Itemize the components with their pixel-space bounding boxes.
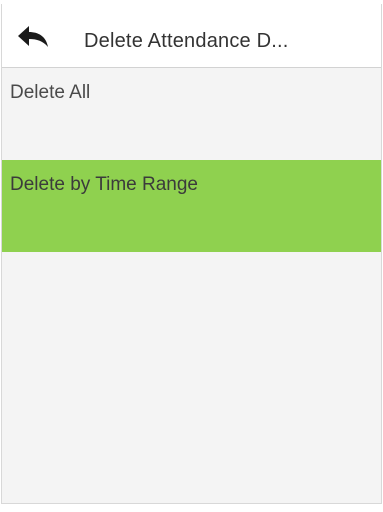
menu-list: Delete All Delete by Time Range (2, 68, 381, 252)
page-title: Delete Attendance D... (84, 30, 289, 52)
device-screen: Delete Attendance D... Delete All Delete… (1, 4, 382, 504)
title-bar: Delete Attendance D... (2, 4, 381, 68)
menu-item-label: Delete All (10, 82, 91, 103)
menu-item-label: Delete by Time Range (10, 174, 198, 195)
back-arrow-icon (18, 26, 48, 47)
menu-item-delete-by-time-range[interactable]: Delete by Time Range (2, 160, 381, 252)
menu-item-delete-all[interactable]: Delete All (2, 68, 381, 160)
back-button[interactable] (16, 26, 50, 50)
